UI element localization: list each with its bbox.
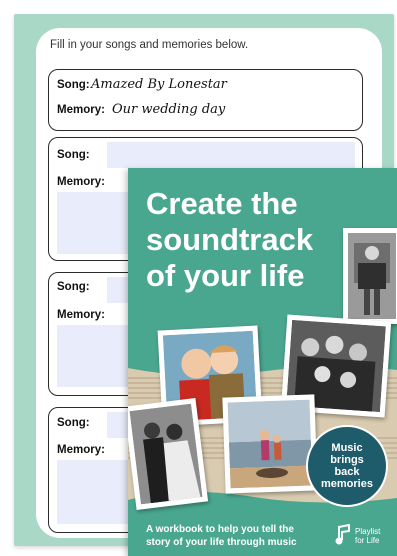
memories-badge: Music brings back memories <box>306 425 388 507</box>
worksheet-intro: Fill in your songs and memories below. <box>50 39 249 51</box>
music-note-icon <box>335 524 350 545</box>
memory-label: Memory: <box>57 444 105 456</box>
memory-label: Memory: <box>57 309 105 321</box>
song-label: Song: <box>57 417 90 429</box>
playlist-for-life-logo: Playlist for Life <box>335 524 395 550</box>
memory-label: Memory: <box>57 176 105 188</box>
photo-accordion-player <box>343 228 397 324</box>
song-label: Song: <box>57 149 90 161</box>
workbook-cover: Create the soundtrack of your life Music… <box>128 168 397 556</box>
entry-card-1: Song: Amazed By Lonestar Memory: Our wed… <box>48 69 363 131</box>
song-field[interactable] <box>107 142 355 168</box>
cover-title: Create the soundtrack of your life <box>146 186 314 293</box>
photo-couple <box>128 398 209 510</box>
song-label: Song: <box>57 79 90 91</box>
memory-label: Memory: <box>57 104 105 116</box>
photo-children-beach <box>222 394 318 494</box>
song-value[interactable]: Amazed By Lonestar <box>91 77 227 92</box>
song-label: Song: <box>57 281 90 293</box>
memory-value[interactable]: Our wedding day <box>112 102 225 117</box>
cover-tagline: A workbook to help you tell the story of… <box>146 524 297 548</box>
